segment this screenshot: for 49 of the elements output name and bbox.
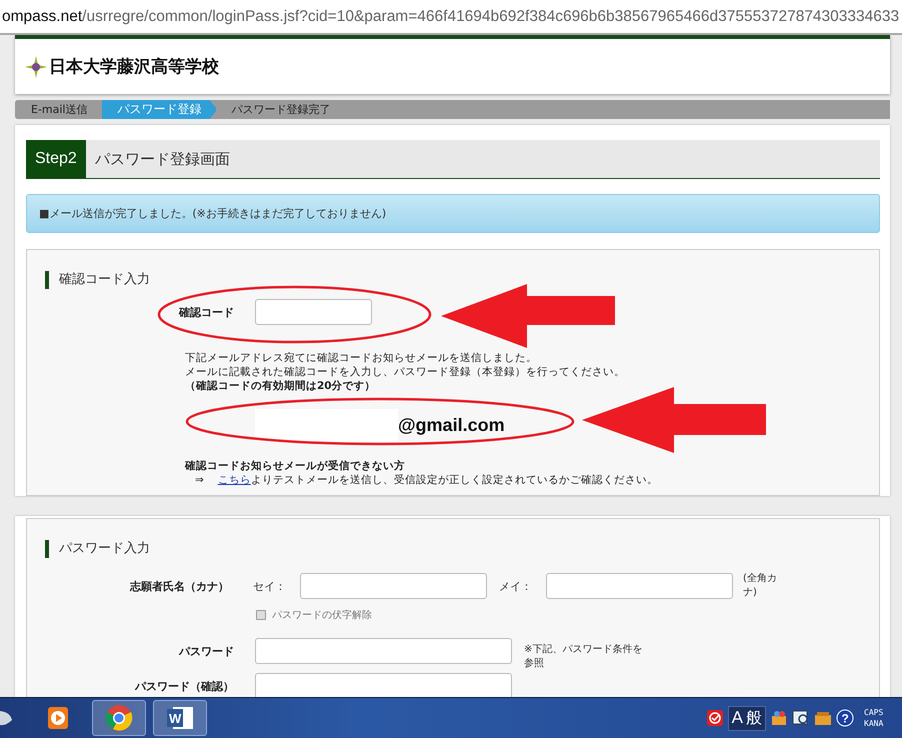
help-icon[interactable]: ? (836, 709, 854, 727)
field-label: パスワード（確認） (134, 678, 235, 694)
ime-toolbar[interactable]: A 般 (728, 706, 766, 730)
field-label: セイ： (252, 578, 287, 594)
taskbar-app-button[interactable] (92, 700, 146, 736)
notice-message: ■メール送信が完了しました。(※お手続きはまだ完了しておりません) (26, 194, 880, 233)
url-host: ompass.net (2, 8, 82, 24)
section-heading: パスワード入力 (45, 540, 879, 558)
email-address: @gmail.com (398, 414, 505, 436)
field-label: 確認コード (178, 304, 235, 320)
hint-text: ※下記、パスワード条件を参照 (524, 643, 644, 671)
message-text: 下記メールアドレス宛てに確認コードお知らせメールを送信しました。 (185, 351, 538, 365)
ime-kana-text: 般 (746, 708, 762, 728)
field-label: 志願者氏名（カナ） (128, 578, 230, 594)
url-path: /usrregre/common/loginPass.jsf?cid=10&param=466f41694b692f384c696b6b38567965466d375553727874303334633 (82, 8, 900, 24)
play-icon (45, 705, 71, 731)
sei-input-field[interactable] (300, 573, 487, 599)
checkbox-label: パスワードの伏字解除 (272, 608, 372, 622)
field-label: メイ： (498, 578, 533, 594)
mei-input-field[interactable] (546, 573, 733, 599)
arrow-symbol: ⇒ (195, 473, 204, 488)
annotation-arrow-icon (441, 284, 615, 348)
taskbar-app-button[interactable]: W (153, 700, 207, 736)
kana-indicator: KANA (864, 718, 884, 729)
step-badge: Step2 (26, 140, 86, 178)
browser-icon (105, 704, 133, 732)
help-link[interactable]: こちら (218, 474, 251, 486)
school-logo-icon (25, 56, 47, 78)
validity-note: （確認コードの有効期間は20分です） (185, 379, 377, 393)
tray-check-icon[interactable] (706, 709, 724, 727)
password-input-field[interactable] (255, 638, 512, 664)
checkbox[interactable] (256, 610, 266, 620)
ime-mode-text: A (732, 708, 743, 728)
caps-indicator: CAPS (864, 707, 884, 718)
tray-box-icon[interactable] (814, 709, 832, 727)
message-text: メールに記載された確認コードを入力し、パスワード登録（本登録）を行ってください。 (185, 365, 626, 379)
tray-magnifier-icon[interactable] (792, 709, 810, 727)
code-input-field[interactable] (255, 299, 372, 325)
start-button-icon[interactable] (0, 708, 14, 728)
help-text: こちら よりテストメールを送信し、受信設定が正しく設定されているかご確認ください。 (218, 473, 658, 488)
tray-toolbox-icon[interactable] (770, 709, 788, 727)
help-title: 確認コードお知らせメールが受信できない方 (185, 459, 406, 473)
annotation-arrow-icon (582, 387, 766, 453)
password-confirm-input-field[interactable] (255, 673, 512, 697)
hint-text: (全角カナ) (743, 572, 778, 600)
field-label: パスワード (178, 644, 235, 658)
school-name: 日本大学藤沢高等学校 (49, 56, 219, 78)
step-item: パスワード登録 (102, 100, 218, 119)
page-title: パスワード登録画面 (94, 148, 230, 170)
